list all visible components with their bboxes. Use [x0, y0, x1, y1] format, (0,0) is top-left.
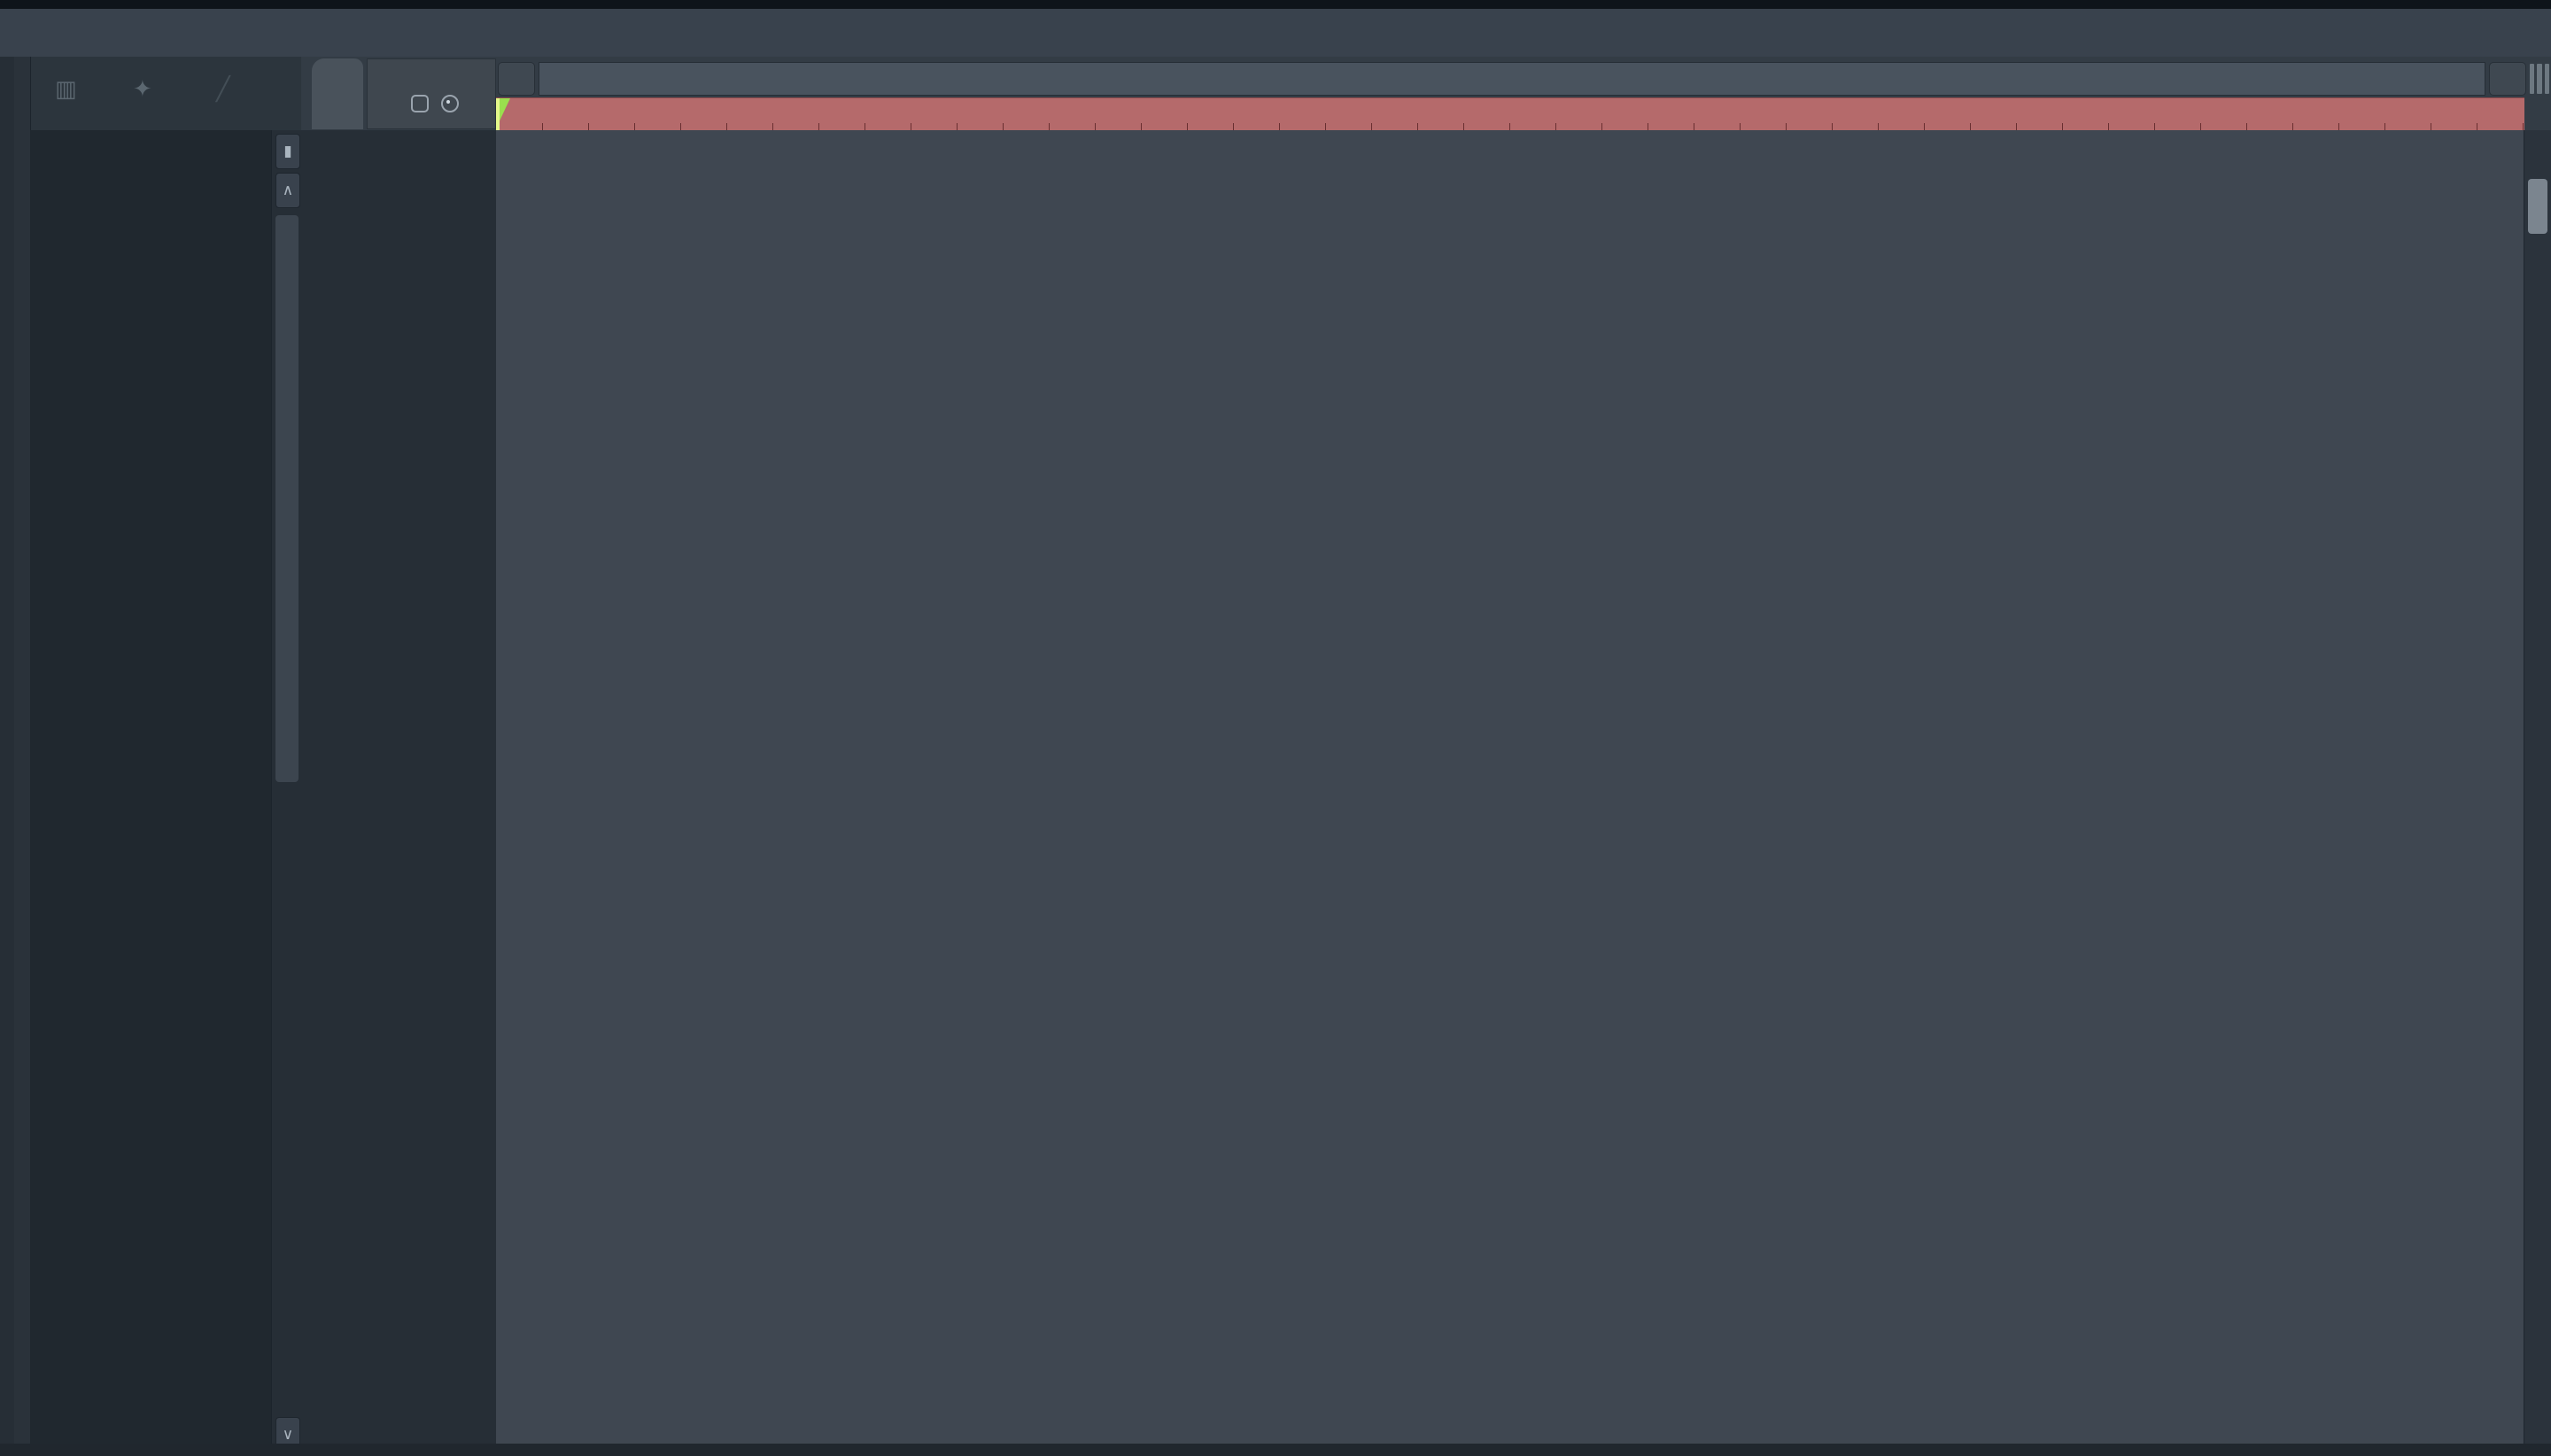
- picker-sparkle-icon[interactable]: ✦: [133, 76, 152, 103]
- left-rail: [0, 57, 15, 1456]
- playlist-toolbar: [301, 57, 2551, 131]
- picker-slope-icon[interactable]: ╱: [216, 76, 230, 103]
- track-headers: [301, 130, 496, 1456]
- add-arrangement-tab[interactable]: [312, 58, 363, 129]
- window-edge: [0, 0, 2551, 9]
- vertical-scrollbar[interactable]: [2524, 130, 2551, 1456]
- horizontal-scrollbar[interactable]: [0, 1444, 2551, 1456]
- main-toolbar: [0, 9, 2551, 58]
- slide-toggle[interactable]: [440, 95, 459, 112]
- track-list-icon[interactable]: [2530, 64, 2549, 94]
- scroll-left-button[interactable]: [498, 62, 535, 96]
- picker-handle-icon[interactable]: ▮: [275, 134, 300, 169]
- scroll-right-button[interactable]: [2489, 62, 2526, 96]
- picker-scroll-handle[interactable]: [275, 215, 299, 782]
- vscroll-handle[interactable]: [2528, 179, 2547, 234]
- step-toggle[interactable]: [410, 95, 429, 112]
- clip-grid[interactable]: [496, 130, 2524, 1456]
- left-rail-2: [14, 57, 31, 1456]
- sidebar-toolbar: ▥ ✦ ╱: [0, 57, 301, 131]
- speaker-icon: [39, 18, 80, 48]
- edit-mode-panel: [367, 58, 496, 129]
- arrangement-minimap[interactable]: [539, 62, 2485, 96]
- breadcrumb: [39, 18, 129, 48]
- fl-studio-playlist-window: ▥ ✦ ╱ ▮ ∧ ∨: [0, 0, 2551, 1456]
- timeline-ruler[interactable]: [496, 97, 2524, 131]
- playhead-marker[interactable]: [496, 98, 510, 130]
- picker-scrollbar[interactable]: ▮ ∧ ∨: [271, 130, 302, 1456]
- picker-list-icon[interactable]: ▥: [55, 76, 77, 103]
- picker-scroll-up-icon[interactable]: ∧: [275, 173, 300, 208]
- sample-picker: [30, 130, 271, 1456]
- playlist-content: [301, 130, 2551, 1456]
